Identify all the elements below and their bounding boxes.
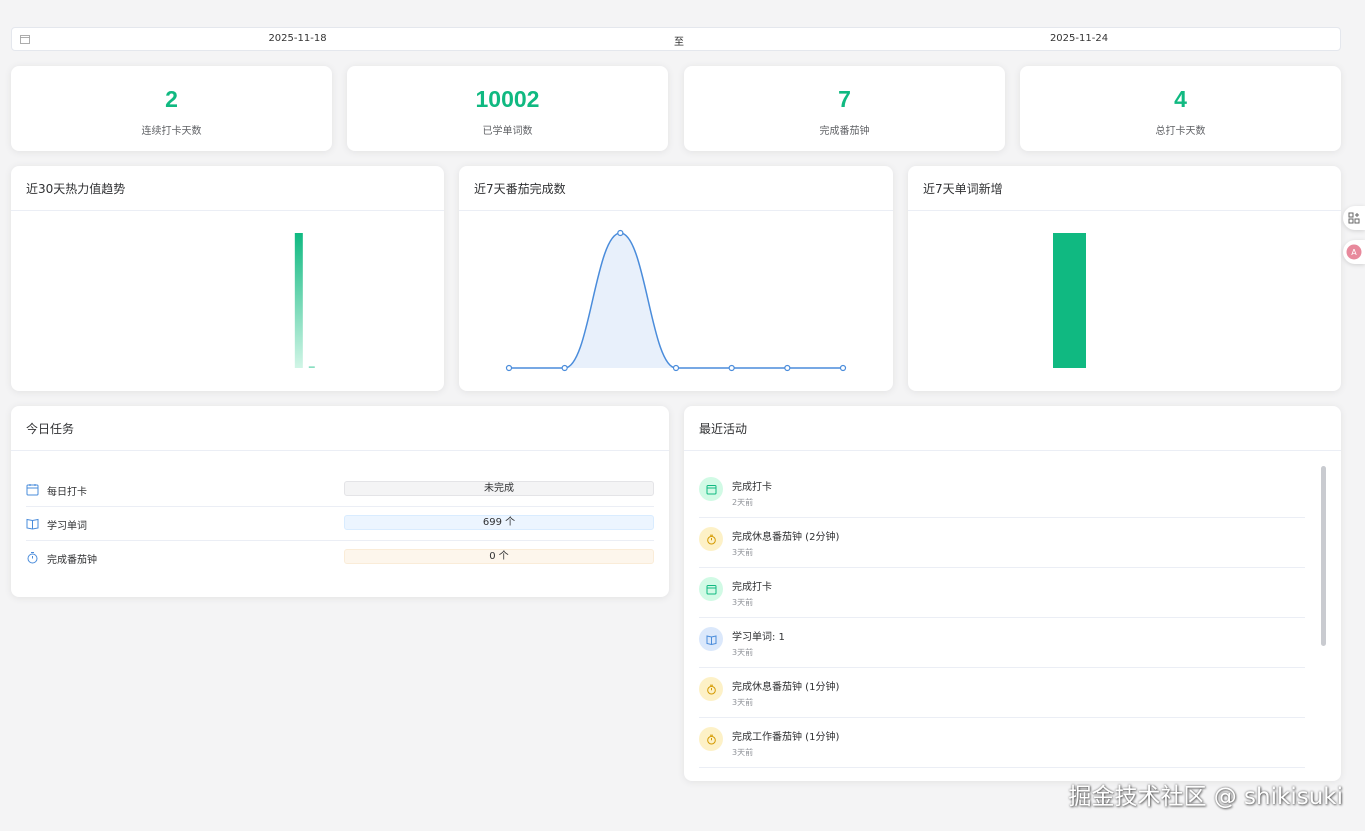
- stat-card-words: 10002 已学单词数: [347, 66, 668, 151]
- stat-label: 已学单词数: [482, 126, 533, 137]
- translate-icon: A: [1346, 244, 1362, 260]
- activity-item: 完成工作番茄钟 (1分钟) 3天前: [699, 718, 1305, 768]
- activity-item: 完成休息番茄钟 (1分钟) 3天前: [699, 668, 1305, 718]
- tomato-trend-chart: [505, 229, 847, 372]
- tomato-point: [505, 364, 513, 372]
- stat-value: 7: [838, 86, 851, 112]
- card-title: 今日任务: [11, 406, 669, 451]
- activity-time: 2天前: [732, 498, 754, 507]
- stat-value: 4: [1174, 86, 1187, 112]
- activity-item: 学习单词: 1 3天前: [699, 618, 1305, 668]
- activity-title: 完成打卡: [732, 582, 772, 593]
- book-icon: [706, 634, 716, 645]
- task-name: 学习单词: [47, 521, 87, 532]
- activity-scrollbar[interactable]: [1321, 466, 1326, 646]
- card-title: 近30天热力值趋势: [11, 166, 444, 211]
- apps-grid-icon: [1348, 212, 1360, 224]
- start-date-input[interactable]: 2025-11-18: [46, 33, 549, 44]
- tomato-point: [617, 229, 624, 237]
- words-bar: [1053, 233, 1086, 368]
- task-status-tag: 699 个: [344, 515, 654, 530]
- book-icon: [26, 518, 39, 530]
- svg-text:A: A: [1351, 248, 1357, 257]
- range-separator: 至: [674, 37, 684, 48]
- calendar-icon: [706, 584, 716, 594]
- card-title: 近7天单词新增: [908, 166, 1341, 211]
- activity-item: 完成打卡 3天前: [699, 568, 1305, 618]
- activity-icon-badge: [699, 527, 723, 551]
- end-date-input[interactable]: 2025-11-24: [812, 33, 1346, 44]
- task-status-tag: 未完成: [344, 481, 654, 496]
- activity-list[interactable]: 完成打卡 2天前 完成休息番茄钟 (2分钟) 3天前 完成打卡 3天前 学习单词…: [699, 468, 1305, 768]
- tomato-trend-card: 近7天番茄完成数: [459, 166, 893, 391]
- translate-button[interactable]: A: [1343, 240, 1365, 264]
- date-range-picker[interactable]: 2025-11-18 至 2025-11-24: [11, 27, 1341, 51]
- activity-icon-badge: [699, 477, 723, 501]
- today-tasks-card: 今日任务 每日打卡 未完成 学习单词 699 个 完成番茄钟 0 个: [11, 406, 669, 597]
- task-name: 每日打卡: [47, 487, 87, 498]
- activity-title: 完成打卡: [732, 482, 772, 493]
- heat-bar: [294, 233, 303, 368]
- calendar-icon: [706, 484, 716, 494]
- tomato-area: [509, 233, 843, 368]
- tomato-line: [509, 232, 843, 369]
- tomato-point: [728, 364, 735, 372]
- stat-card-checkin-days: 4 总打卡天数: [1020, 66, 1341, 151]
- activity-time: 3天前: [732, 748, 754, 757]
- task-name: 完成番茄钟: [47, 555, 97, 566]
- timer-icon: [27, 552, 38, 564]
- stat-card-streak: 2 连续打卡天数: [11, 66, 332, 151]
- stat-value: 2: [165, 86, 178, 112]
- calendar-icon: [26, 484, 39, 496]
- activity-title: 学习单词: 1: [732, 632, 785, 643]
- tomato-point: [672, 364, 680, 372]
- timer-icon: [706, 734, 716, 744]
- activity-item: 完成休息番茄钟 (2分钟) 3天前: [699, 518, 1305, 568]
- activity-icon-badge: [699, 677, 723, 701]
- card-title: 最近活动: [684, 406, 1341, 451]
- recent-activity-card: 最近活动 完成打卡 2天前 完成休息番茄钟 (2分钟) 3天前 完成打卡 3天前: [684, 406, 1341, 781]
- tomato-point: [561, 364, 568, 372]
- task-row: 学习单词 699 个: [26, 507, 654, 541]
- activity-time: 3天前: [732, 548, 754, 557]
- timer-icon: [706, 684, 716, 694]
- stat-label: 完成番茄钟: [819, 126, 870, 137]
- watermark: 掘金技术社区 @ shikisuki: [1068, 784, 1343, 810]
- calendar-icon: [20, 35, 30, 44]
- activity-time: 3天前: [732, 598, 754, 607]
- activity-item: 完成打卡 2天前: [699, 468, 1305, 518]
- tomato-point: [784, 364, 791, 372]
- tomato-point: [839, 364, 847, 372]
- stat-value: 10002: [475, 86, 540, 112]
- activity-time: 3天前: [732, 648, 754, 657]
- task-row: 完成番茄钟 0 个: [26, 541, 654, 575]
- activity-icon-badge: [699, 627, 723, 651]
- words-trend-card: 近7天单词新增: [908, 166, 1341, 391]
- words-trend-chart: [1053, 233, 1086, 368]
- activity-title: 完成工作番茄钟 (1分钟): [732, 732, 840, 743]
- activity-title: 完成休息番茄钟 (1分钟): [732, 682, 840, 693]
- task-status-tag: 0 个: [344, 549, 654, 564]
- activity-icon-badge: [699, 577, 723, 601]
- stat-card-pomodoro: 7 完成番茄钟: [684, 66, 1005, 151]
- activity-icon-badge: [699, 727, 723, 751]
- timer-icon: [706, 534, 716, 544]
- stat-label: 总打卡天数: [1155, 126, 1206, 137]
- heat-trend-chart: [294, 233, 315, 368]
- heat-bar: [308, 366, 315, 368]
- task-row: 每日打卡 未完成: [26, 473, 654, 507]
- apps-button[interactable]: [1343, 206, 1365, 230]
- activity-title: 完成休息番茄钟 (2分钟): [732, 532, 840, 543]
- card-title: 近7天番茄完成数: [459, 166, 893, 211]
- stat-label: 连续打卡天数: [141, 126, 202, 137]
- activity-time: 3天前: [732, 698, 754, 707]
- heat-trend-card: 近30天热力值趋势: [11, 166, 444, 391]
